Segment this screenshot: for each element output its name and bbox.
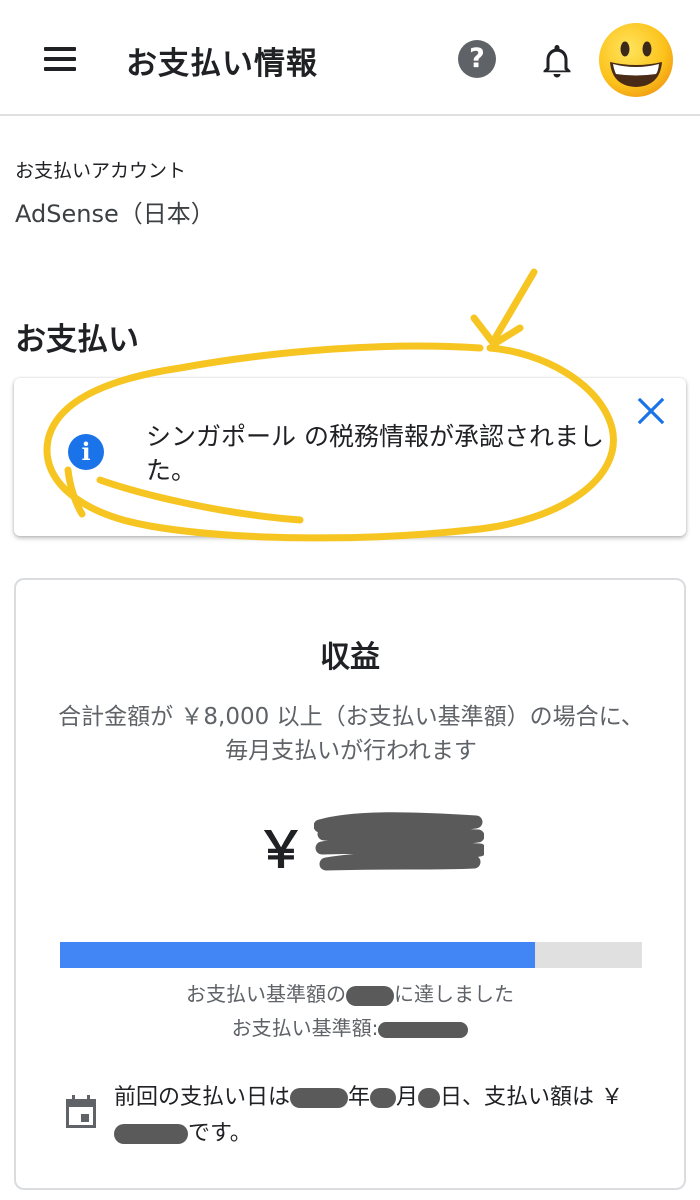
threshold-amount-text: お支払い基準額: bbox=[16, 1012, 684, 1041]
redacted-threshold bbox=[378, 1021, 469, 1038]
hamburger-menu-icon[interactable] bbox=[40, 42, 82, 76]
close-icon[interactable] bbox=[634, 394, 668, 428]
help-icon[interactable]: ? bbox=[458, 40, 496, 78]
earnings-title: 収益 bbox=[320, 640, 380, 675]
redacted-percent bbox=[346, 985, 394, 1006]
redacted-amount bbox=[314, 812, 484, 871]
payment-account-label: お支払いアカウント bbox=[15, 160, 187, 182]
earnings-currency-symbol: ￥ bbox=[256, 821, 306, 879]
earnings-progress-fill bbox=[60, 942, 535, 968]
payment-account-name: AdSense（日本） bbox=[15, 200, 215, 228]
notice-message: シンガポール の税務情報が承認されました。 bbox=[146, 422, 604, 485]
earnings-progress-bar bbox=[60, 942, 642, 968]
page-title: お支払い情報 bbox=[126, 46, 318, 82]
app-bar: お支払い情報 ? bbox=[0, 0, 700, 116]
last-payment-year-suffix: 年 bbox=[348, 1085, 371, 1110]
bell-icon[interactable] bbox=[535, 38, 579, 82]
threshold-reached-suffix: に達しました bbox=[394, 982, 514, 1006]
last-payment-part1: 前回の支払い日は bbox=[114, 1085, 291, 1110]
redacted-year bbox=[290, 1088, 349, 1108]
calendar-icon bbox=[64, 1094, 98, 1130]
redacted-month bbox=[370, 1088, 397, 1108]
redacted-day bbox=[418, 1088, 441, 1108]
threshold-amount-label: お支払い基準額: bbox=[231, 1016, 379, 1040]
last-payment-day-suffix: 日、支払い額は ￥ bbox=[440, 1085, 624, 1110]
redacted-paid-amount bbox=[114, 1124, 188, 1144]
earnings-card: 収益 合計金額が ￥8,000 以上（お支払い基準額）の場合に、毎月支払いが行わ… bbox=[14, 578, 686, 1190]
payments-section-title: お支払い bbox=[15, 322, 139, 358]
last-payment-month-suffix: 月 bbox=[396, 1085, 419, 1110]
avatar[interactable] bbox=[598, 22, 674, 98]
last-payment-end: です。 bbox=[188, 1121, 252, 1146]
threshold-reached-text: お支払い基準額の に達しました bbox=[16, 978, 684, 1007]
last-payment-text: 前回の支払い日は 年月日、支払い額は ￥ です。 bbox=[114, 1080, 654, 1152]
tax-info-notice: i シンガポール の税務情報が承認されました。 bbox=[14, 378, 686, 536]
threshold-reached-prefix: お支払い基準額の bbox=[186, 982, 346, 1006]
info-icon: i bbox=[68, 434, 104, 470]
earnings-description: 合計金額が ￥8,000 以上（お支払い基準額）の場合に、毎月支払いが行われます bbox=[58, 704, 644, 764]
